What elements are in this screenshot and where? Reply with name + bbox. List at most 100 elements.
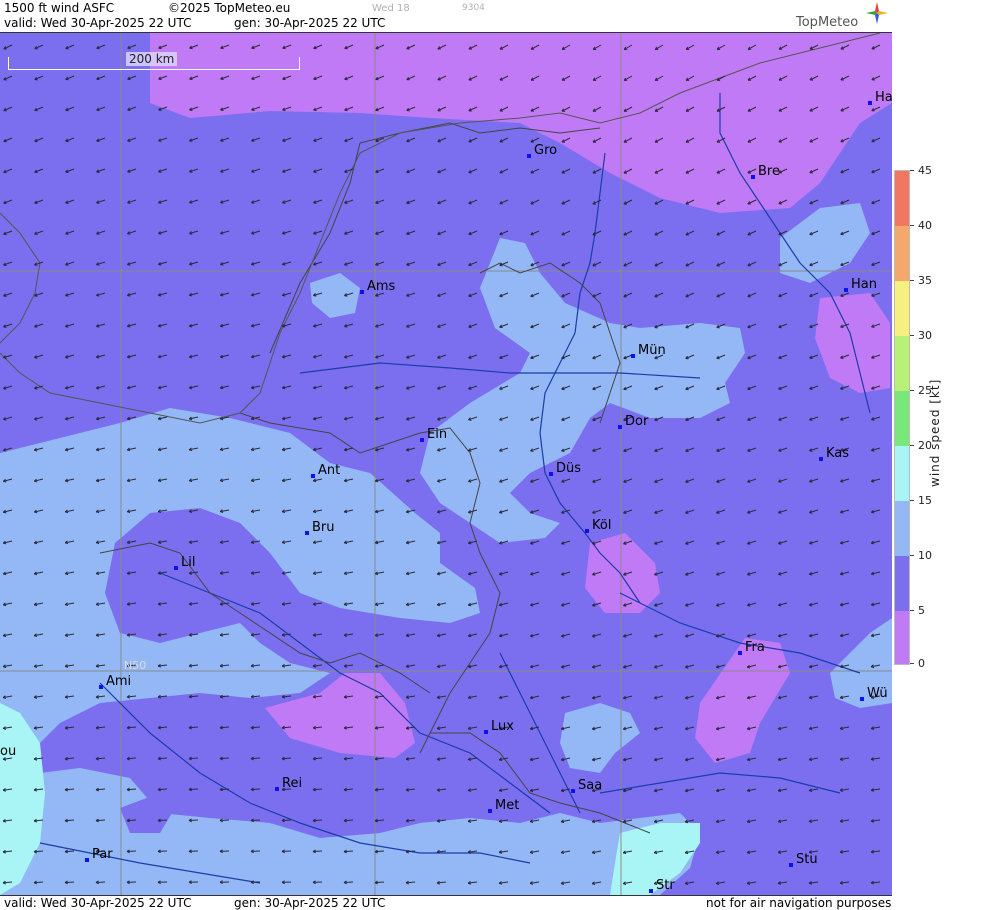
city-label[interactable]: Köl <box>585 518 611 533</box>
wind-arrow <box>499 820 508 823</box>
city-label[interactable]: Kas <box>819 446 849 461</box>
wind-arrow <box>469 45 477 49</box>
city-label[interactable]: Fra <box>738 640 765 655</box>
city-label[interactable]: Bru <box>305 520 335 535</box>
wind-arrow <box>189 850 198 853</box>
city-label[interactable]: Ant <box>311 463 340 478</box>
wind-arrow <box>3 634 12 637</box>
wind-arrow <box>593 479 601 482</box>
city-label[interactable]: Gro <box>527 143 557 158</box>
wind-arrow <box>65 510 74 513</box>
wind-arrow <box>655 293 663 297</box>
wind-arrow <box>840 479 849 482</box>
wind-arrow <box>562 45 570 49</box>
wind-arrow <box>623 696 632 699</box>
tick-label: 0 <box>918 658 925 669</box>
wind-arrow <box>252 107 260 110</box>
wind-arrow <box>747 696 756 699</box>
wind-arrow <box>624 479 632 483</box>
wind-arrow <box>717 231 725 235</box>
wind-arrow <box>313 262 322 265</box>
city-label[interactable]: Mün <box>631 343 666 358</box>
valid-time: valid: Wed 30-Apr-2025 22 UTC <box>4 16 191 30</box>
wind-arrow <box>127 355 136 358</box>
city-label[interactable]: ou <box>0 744 16 759</box>
city-label[interactable]: Str <box>649 878 675 893</box>
wind-arrow <box>562 262 570 266</box>
wind-arrow <box>3 386 12 389</box>
wind-arrow <box>437 665 446 668</box>
city-label[interactable]: Lil <box>174 555 195 570</box>
wind-arrow <box>158 633 167 636</box>
wind-arrow <box>778 758 787 761</box>
wind-arrow <box>468 850 477 853</box>
wind-arrow <box>376 107 384 111</box>
wind-arrow <box>282 510 291 513</box>
wind-arrow <box>561 665 570 668</box>
wind-arrow <box>158 200 167 203</box>
wind-arrow <box>717 293 725 297</box>
city-label[interactable]: Ams <box>360 279 395 294</box>
wind-arrow <box>593 324 601 328</box>
wind-arrow <box>158 324 167 327</box>
wind-arrow <box>375 850 384 853</box>
city-label[interactable]: Ami <box>99 674 131 689</box>
wind-arrow <box>251 293 260 296</box>
wind-arrow <box>469 200 477 204</box>
wind-arrow <box>65 386 74 389</box>
wind-arrow <box>468 820 477 823</box>
wind-arrow <box>747 820 756 823</box>
wind-arrow <box>313 541 322 544</box>
wind-arrow <box>685 696 694 699</box>
color-band-0-5 <box>895 611 909 664</box>
topmeteo-logo[interactable]: TopMeteo <box>796 2 892 32</box>
wind-arrow <box>437 448 446 451</box>
city-label[interactable]: Lux <box>484 719 514 734</box>
city-label[interactable]: Stu <box>789 852 818 867</box>
wind-arrow <box>282 324 291 327</box>
wind-arrow <box>716 696 725 699</box>
wind-arrow <box>593 138 601 142</box>
wind-arrow <box>810 293 818 297</box>
wind-arrow <box>407 76 415 80</box>
city-label[interactable]: Met <box>488 798 519 813</box>
wind-arrow <box>871 850 880 853</box>
city-label[interactable]: Saa <box>571 778 602 793</box>
wind-arrow <box>561 727 570 730</box>
wind-arrow <box>344 819 353 822</box>
wind-arrow <box>686 231 694 235</box>
city-label[interactable]: Bre <box>751 164 780 179</box>
city-label[interactable]: Rei <box>275 776 302 791</box>
tick-label: 5 <box>918 605 925 616</box>
wind-arrow <box>593 386 601 390</box>
wind-map[interactable]: 200 km N50 Gro Bre Ha Ams Han Mün Dor Ei… <box>0 33 892 895</box>
wind-arrow <box>34 293 43 296</box>
city-label[interactable]: Düs <box>549 461 581 476</box>
wind-arrow <box>717 169 725 173</box>
wind-arrow <box>282 200 291 203</box>
city-label[interactable]: Ha <box>868 90 892 105</box>
wind-arrow <box>747 882 756 885</box>
city-label[interactable]: Ein <box>420 427 447 442</box>
city-label[interactable]: Par <box>85 847 113 862</box>
wind-arrow <box>499 665 508 668</box>
wind-arrow <box>344 324 353 327</box>
wind-arrow <box>375 665 384 668</box>
wind-arrow <box>97 138 105 142</box>
wind-arrow <box>624 386 632 390</box>
wind-arrow <box>282 355 291 358</box>
wind-arrow <box>220 169 229 172</box>
wind-arrow <box>376 231 384 234</box>
wind-arrow <box>251 386 260 389</box>
city-label[interactable]: Dor <box>618 414 648 429</box>
wind-arrow <box>562 448 570 452</box>
city-label[interactable]: Han <box>844 277 877 292</box>
wind-arrow <box>685 634 694 637</box>
compass-star-icon <box>866 2 888 24</box>
wind-arrow <box>809 541 818 544</box>
wind-arrow <box>871 603 880 606</box>
wind-arrow <box>593 45 601 49</box>
city-label[interactable]: Wü <box>860 686 888 701</box>
wind-arrow <box>530 758 539 761</box>
wind-arrow <box>592 696 601 699</box>
